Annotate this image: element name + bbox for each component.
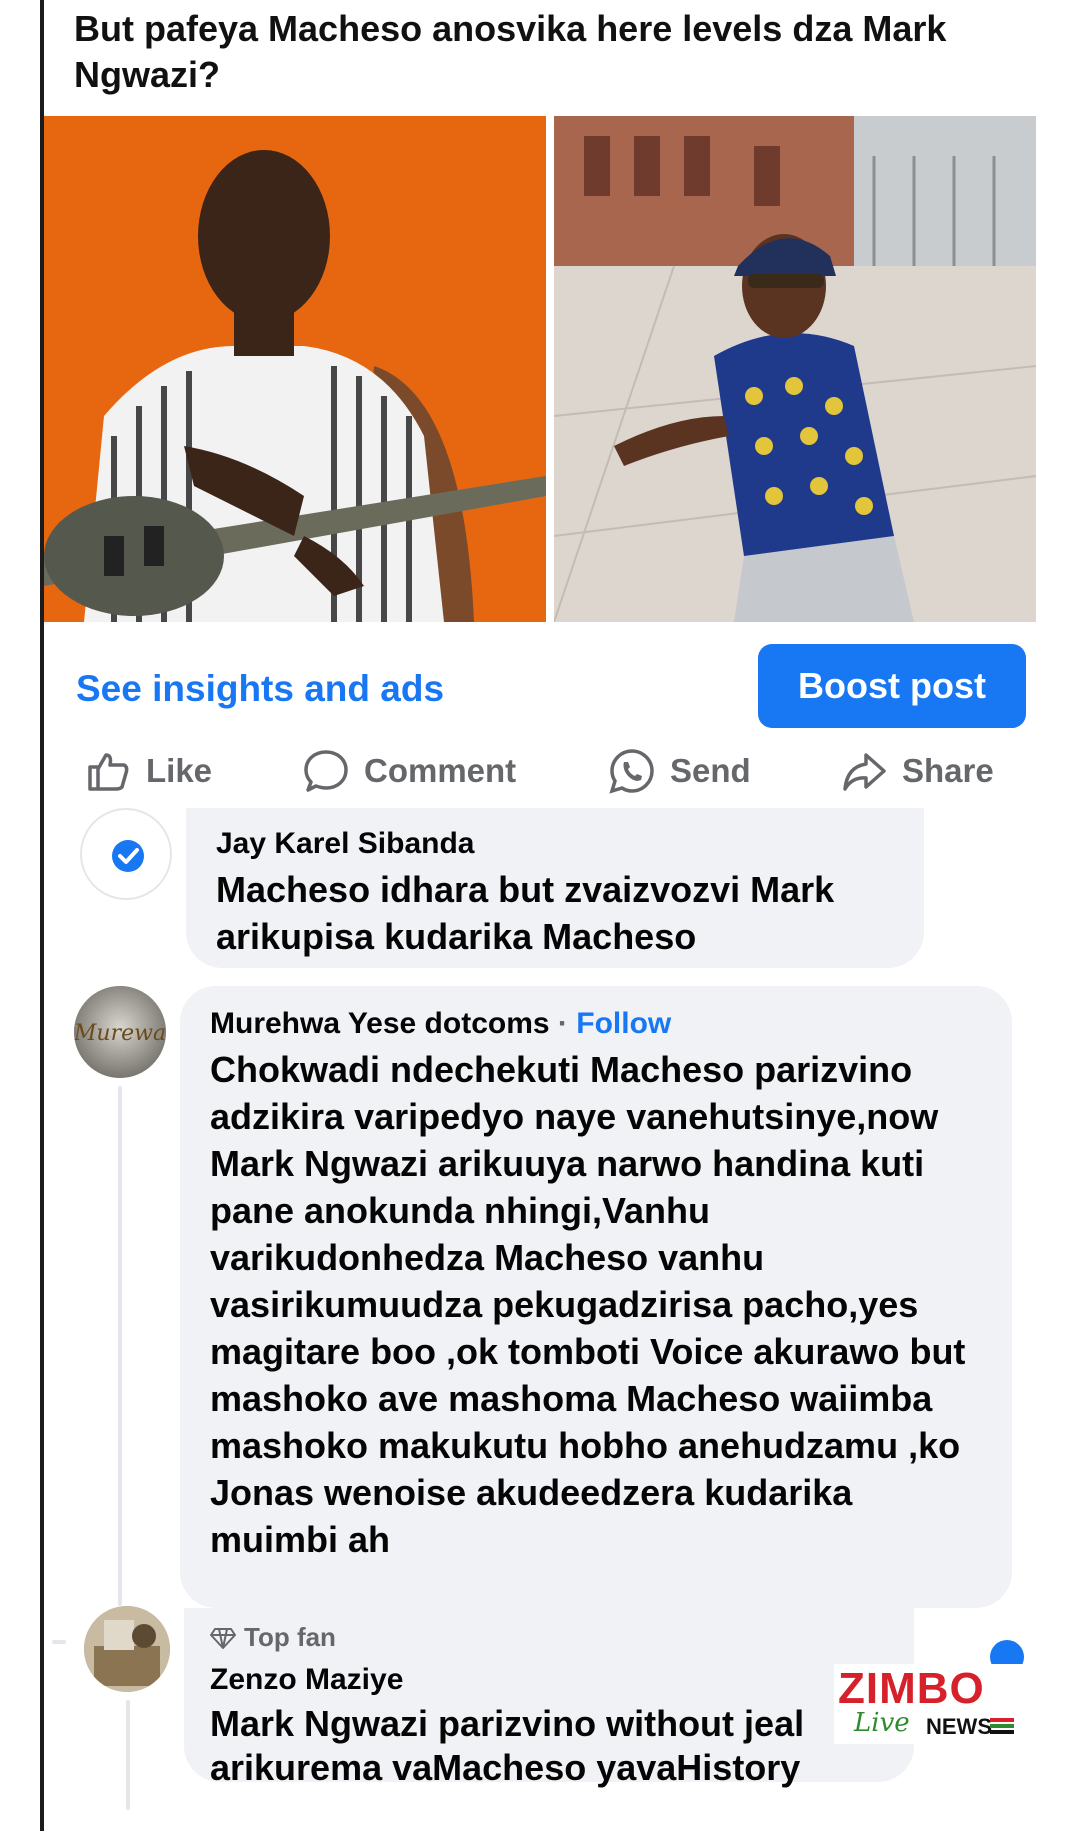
- post-photo-right[interactable]: [554, 116, 1036, 622]
- comment-author[interactable]: Murehwa Yese dotcoms: [210, 1007, 550, 1040]
- watermark-brand: ZIMBO: [838, 1664, 985, 1713]
- comment-bubble-icon: [302, 747, 350, 795]
- verified-check-icon: [112, 840, 144, 872]
- share-button[interactable]: Share: [840, 742, 994, 800]
- comment-bubble: Jay Karel Sibanda Macheso idhara but zva…: [186, 808, 924, 968]
- watermark-stripe-red: [990, 1718, 1014, 1722]
- comment-text: Chokwadi ndechekuti Macheso parizvino ad…: [210, 1049, 966, 1560]
- commenter-avatar[interactable]: [84, 1606, 170, 1692]
- man-posing-photo: [554, 116, 1036, 622]
- watermark-live: Live: [854, 1708, 910, 1738]
- comment-button[interactable]: Comment: [302, 742, 516, 800]
- watermark-stripe-black: [990, 1730, 1014, 1734]
- share-label: Share: [902, 752, 994, 789]
- musician-guitar-photo: [44, 116, 546, 622]
- badge-label: Top fan: [244, 1622, 336, 1652]
- send-button[interactable]: Send: [608, 742, 751, 800]
- avatar-logo-text: Murewa: [74, 1021, 166, 1046]
- see-insights-link[interactable]: See insights and ads: [76, 668, 444, 710]
- comment-bubble: Murehwa Yese dotcoms · Follow Chokwadi n…: [180, 986, 1012, 1608]
- watermark-stripe-green: [990, 1724, 1014, 1728]
- comment-bubble: Top fan Zenzo Maziye Mark Ngwazi parizvi…: [184, 1608, 914, 1788]
- post-photo-left[interactable]: [44, 116, 546, 622]
- top-fan-badge: Top fan: [210, 1622, 336, 1653]
- thread-line: [118, 1086, 122, 1606]
- separator-dot: ·: [557, 1007, 568, 1040]
- like-label: Like: [146, 752, 213, 789]
- comment-text: Macheso idhara but zvaizvozvi Mark ariku…: [216, 869, 835, 957]
- profile-photo: [84, 1606, 170, 1692]
- diamond-icon: [210, 1627, 236, 1649]
- thumbs-up-icon: [84, 747, 132, 795]
- commenter-avatar[interactable]: Murewa: [74, 986, 166, 1078]
- comment-text-line-2: arikurema vaMacheso yavaHistory: [210, 1747, 801, 1788]
- follow-link[interactable]: Follow: [576, 1007, 671, 1040]
- comment-text-line-1: Mark Ngwazi parizvino without jeal: [210, 1703, 805, 1744]
- comment-author[interactable]: Jay Karel Sibanda: [216, 824, 474, 864]
- comment-label: Comment: [364, 752, 517, 789]
- zimbo-live-news-watermark: ZIMBO Live NEWS: [834, 1664, 1024, 1744]
- whatsapp-icon: [608, 747, 656, 795]
- post-title: But pafeya Macheso anosvika here levels …: [74, 8, 947, 95]
- thread-line: [126, 1700, 130, 1810]
- send-label: Send: [670, 752, 751, 789]
- post-action-bar: Like Comment Send Share: [84, 742, 1024, 800]
- share-arrow-icon: [840, 747, 888, 795]
- boost-post-button[interactable]: Boost post: [758, 644, 1026, 728]
- comment-header: Murehwa Yese dotcoms · Follow: [210, 1004, 671, 1044]
- watermark-news: NEWS: [926, 1714, 992, 1739]
- comment-author[interactable]: Zenzo Maziye: [210, 1660, 403, 1700]
- thread-tick: [52, 1640, 66, 1644]
- murewa-logo-avatar: Murewa: [74, 986, 166, 1078]
- commenter-avatar[interactable]: [80, 808, 172, 900]
- like-button[interactable]: Like: [84, 742, 212, 800]
